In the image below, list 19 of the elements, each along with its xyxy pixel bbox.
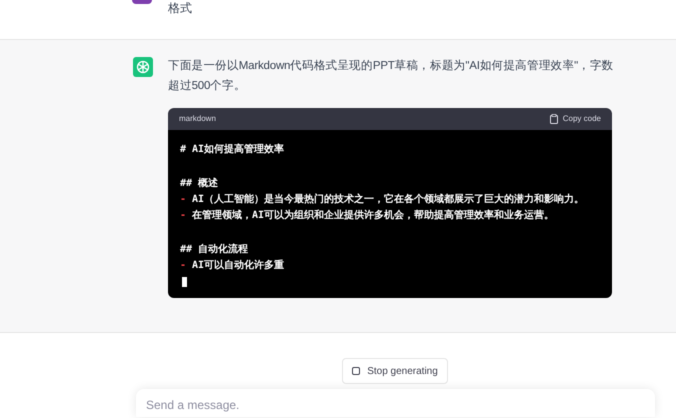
code-line: AI（人工智能）是当今最热门的技术之一，它在各个领域都展示了巨大的潜力和影响力。 [192, 192, 584, 207]
stop-icon [352, 367, 360, 375]
list-marker: - [180, 259, 186, 273]
message-input[interactable]: Send a message. [136, 389, 655, 417]
code-line: ## 概述 [180, 176, 218, 191]
copy-code-button[interactable]: Copy code [550, 113, 601, 125]
clipboard-icon [550, 114, 558, 124]
text-cursor [182, 277, 187, 287]
code-line: 在管理领域，AI可以为组织和企业提供许多机会，帮助提高管理效率和业务运营。 [192, 208, 554, 223]
list-marker: - [180, 209, 186, 223]
user-message-text: 格式 [168, 0, 192, 17]
assistant-message-text: 下面是一份以Markdown代码格式呈现的PPT草稿，标题为"AI如何提高管理效率"，字数超过500个字。 [168, 58, 614, 94]
code-line: ## 自动化流程 [180, 242, 248, 257]
code-language-label: markdown [179, 113, 216, 125]
assistant-logo-icon [133, 57, 153, 77]
stop-generating-button[interactable]: Stop generating [342, 358, 448, 384]
code-line: AI可以自动化许多重 [192, 258, 284, 273]
code-line: # AI如何提高管理效率 [180, 142, 284, 157]
list-marker: - [180, 193, 186, 207]
